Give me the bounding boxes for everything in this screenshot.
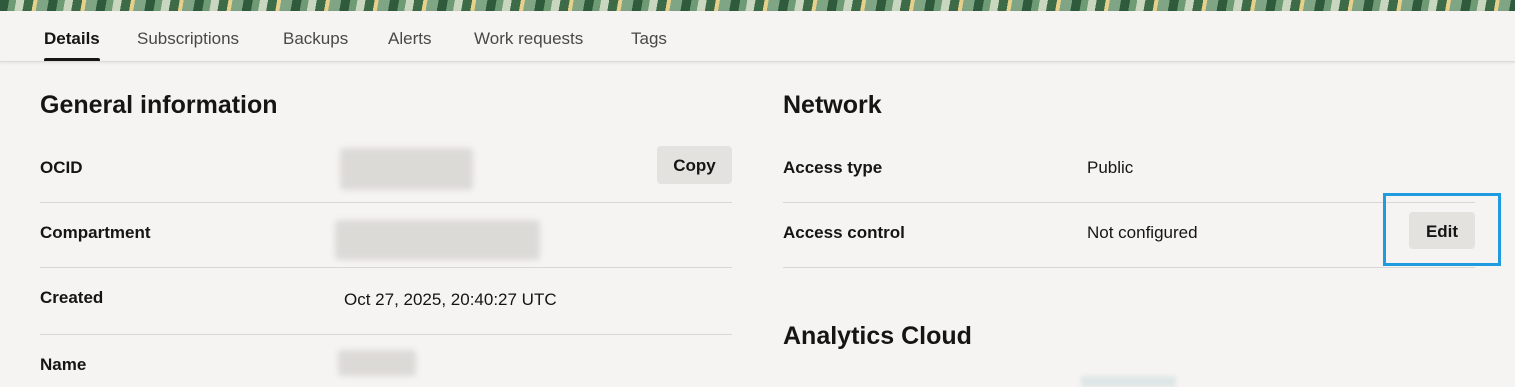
- created-label: Created: [40, 288, 104, 307]
- partially-visible-content: [1081, 376, 1176, 387]
- tab-alerts[interactable]: Alerts: [388, 11, 431, 61]
- tab-tags[interactable]: Tags: [631, 11, 667, 61]
- divider: [40, 202, 732, 203]
- ocid-label: OCID: [40, 158, 83, 177]
- divider: [783, 267, 1475, 268]
- divider: [783, 202, 1475, 203]
- tab-bar: Details Subscriptions Backups Alerts Wor…: [0, 11, 1515, 62]
- network-title: Network: [783, 91, 882, 119]
- general-information-title: General information: [40, 91, 278, 119]
- ocid-value-redacted: [340, 148, 473, 190]
- created-value: Oct 27, 2025, 20:40:27 UTC: [344, 290, 557, 309]
- analytics-cloud-title: Analytics Cloud: [783, 322, 972, 350]
- access-control-value: Not configured: [1087, 223, 1198, 242]
- name-label: Name: [40, 355, 87, 374]
- tab-backups[interactable]: Backups: [283, 11, 348, 61]
- access-type-label: Access type: [783, 158, 883, 177]
- name-value-redacted: [338, 350, 416, 376]
- copy-button[interactable]: Copy: [657, 146, 732, 184]
- divider: [40, 334, 732, 335]
- compartment-label: Compartment: [40, 223, 151, 242]
- divider: [40, 267, 732, 268]
- header-banner: [0, 0, 1515, 11]
- tab-details[interactable]: Details: [44, 11, 100, 61]
- access-type-value: Public: [1087, 158, 1134, 177]
- access-control-label: Access control: [783, 223, 905, 242]
- tab-subscriptions[interactable]: Subscriptions: [137, 11, 239, 61]
- edit-button-highlight: [1383, 193, 1501, 266]
- tab-work-requests[interactable]: Work requests: [474, 11, 583, 61]
- compartment-value-redacted[interactable]: [335, 220, 540, 260]
